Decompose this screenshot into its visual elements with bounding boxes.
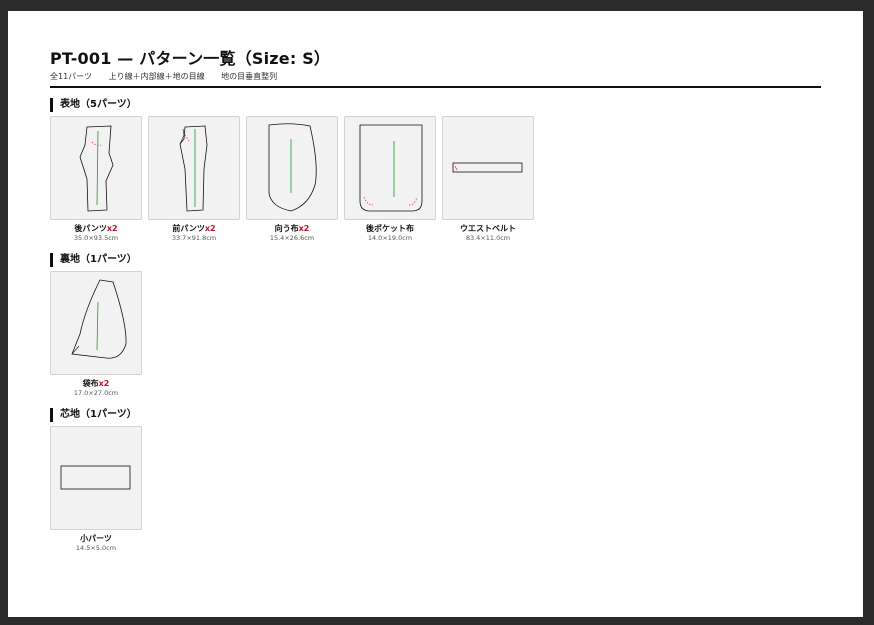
piece-name: 袋布x2 [82,379,110,388]
back-pocket-icon [359,124,423,212]
piece-quantity: x2 [106,224,118,233]
total-parts-note: 全11パーツ [50,72,93,81]
piece-facing[interactable]: 向う布x2 15.4×26.6cm [246,116,338,243]
piece-pocket-bag[interactable]: 袋布x2 17.0×27.0cm [50,271,142,398]
piece-card[interactable] [246,116,338,220]
piece-grid: 袋布x2 17.0×27.0cm [50,271,821,398]
grain-note: 地の目垂直整列 [221,72,278,81]
piece-dimensions: 35.0×93.5cm [73,234,119,242]
piece-small-part[interactable]: 小パーツ 14.5×5.0cm [50,426,142,553]
pocket-bag-icon [71,279,127,359]
piece-card[interactable] [50,426,142,530]
piece-card[interactable] [50,271,142,375]
piece-name: 前パンツx2 [172,224,216,233]
section-interfacing: 芯地（1パーツ） 小パーツ 14.5×5.0cm [50,408,821,553]
piece-grid: 後パンツx2 35.0×93.5cm 前パンツx2 33.7×91.8cm 向う… [50,116,821,243]
piece-card[interactable] [148,116,240,220]
piece-card[interactable] [50,116,142,220]
piece-waistband[interactable]: ウエストベルト 83.4×11.0cm [442,116,534,243]
piece-name: 後パンツx2 [74,224,118,233]
piece-quantity: x2 [204,224,216,233]
piece-back-pocket[interactable]: 後ポケット布 14.0×19.0cm [344,116,436,243]
facing-icon [268,123,317,212]
lines-note: 上り線＋内部線＋地の目線 [108,72,205,81]
piece-quantity: x2 [298,224,310,233]
piece-name: 後ポケット布 [366,224,414,233]
small-part-icon [60,465,131,490]
piece-dimensions: 33.7×91.8cm [171,234,217,242]
back-pants-icon [79,125,114,212]
piece-front-pants[interactable]: 前パンツx2 33.7×91.8cm [148,116,240,243]
section-heading: 裏地（1パーツ） [50,253,821,267]
piece-card[interactable] [344,116,436,220]
piece-dimensions: 14.0×19.0cm [367,234,413,242]
piece-grid: 小パーツ 14.5×5.0cm [50,426,821,553]
section-outer-fabric: 表地（5パーツ） 後パンツx2 35.0×93.5cm 前パンツx2 33.7×… [50,98,821,243]
piece-name: 小パーツ [80,534,112,543]
piece-back-pants[interactable]: 後パンツx2 35.0×93.5cm [50,116,142,243]
piece-dimensions: 15.4×26.6cm [269,234,315,242]
piece-name: 向う布x2 [274,224,310,233]
section-heading: 芯地（1パーツ） [50,408,821,422]
piece-card[interactable] [442,116,534,220]
pattern-sheet: PT-001 — パターン一覧（Size: S） 全11パーツ 上り線＋内部線＋… [8,11,863,617]
piece-dimensions: 17.0×27.0cm [73,389,119,397]
page-subtitle: 全11パーツ 上り線＋内部線＋地の目線 地の目垂直整列 [50,72,821,82]
title-divider [50,86,821,88]
front-pants-icon [179,125,208,212]
waistband-icon [452,162,523,173]
section-lining: 裏地（1パーツ） 袋布x2 17.0×27.0cm [50,253,821,398]
piece-name: ウエストベルト [460,224,516,233]
piece-dimensions: 83.4×11.0cm [465,234,511,242]
piece-dimensions: 14.5×5.0cm [75,544,117,552]
piece-quantity: x2 [98,379,110,388]
section-heading: 表地（5パーツ） [50,98,821,112]
page-title: PT-001 — パターン一覧（Size: S） [50,49,331,68]
